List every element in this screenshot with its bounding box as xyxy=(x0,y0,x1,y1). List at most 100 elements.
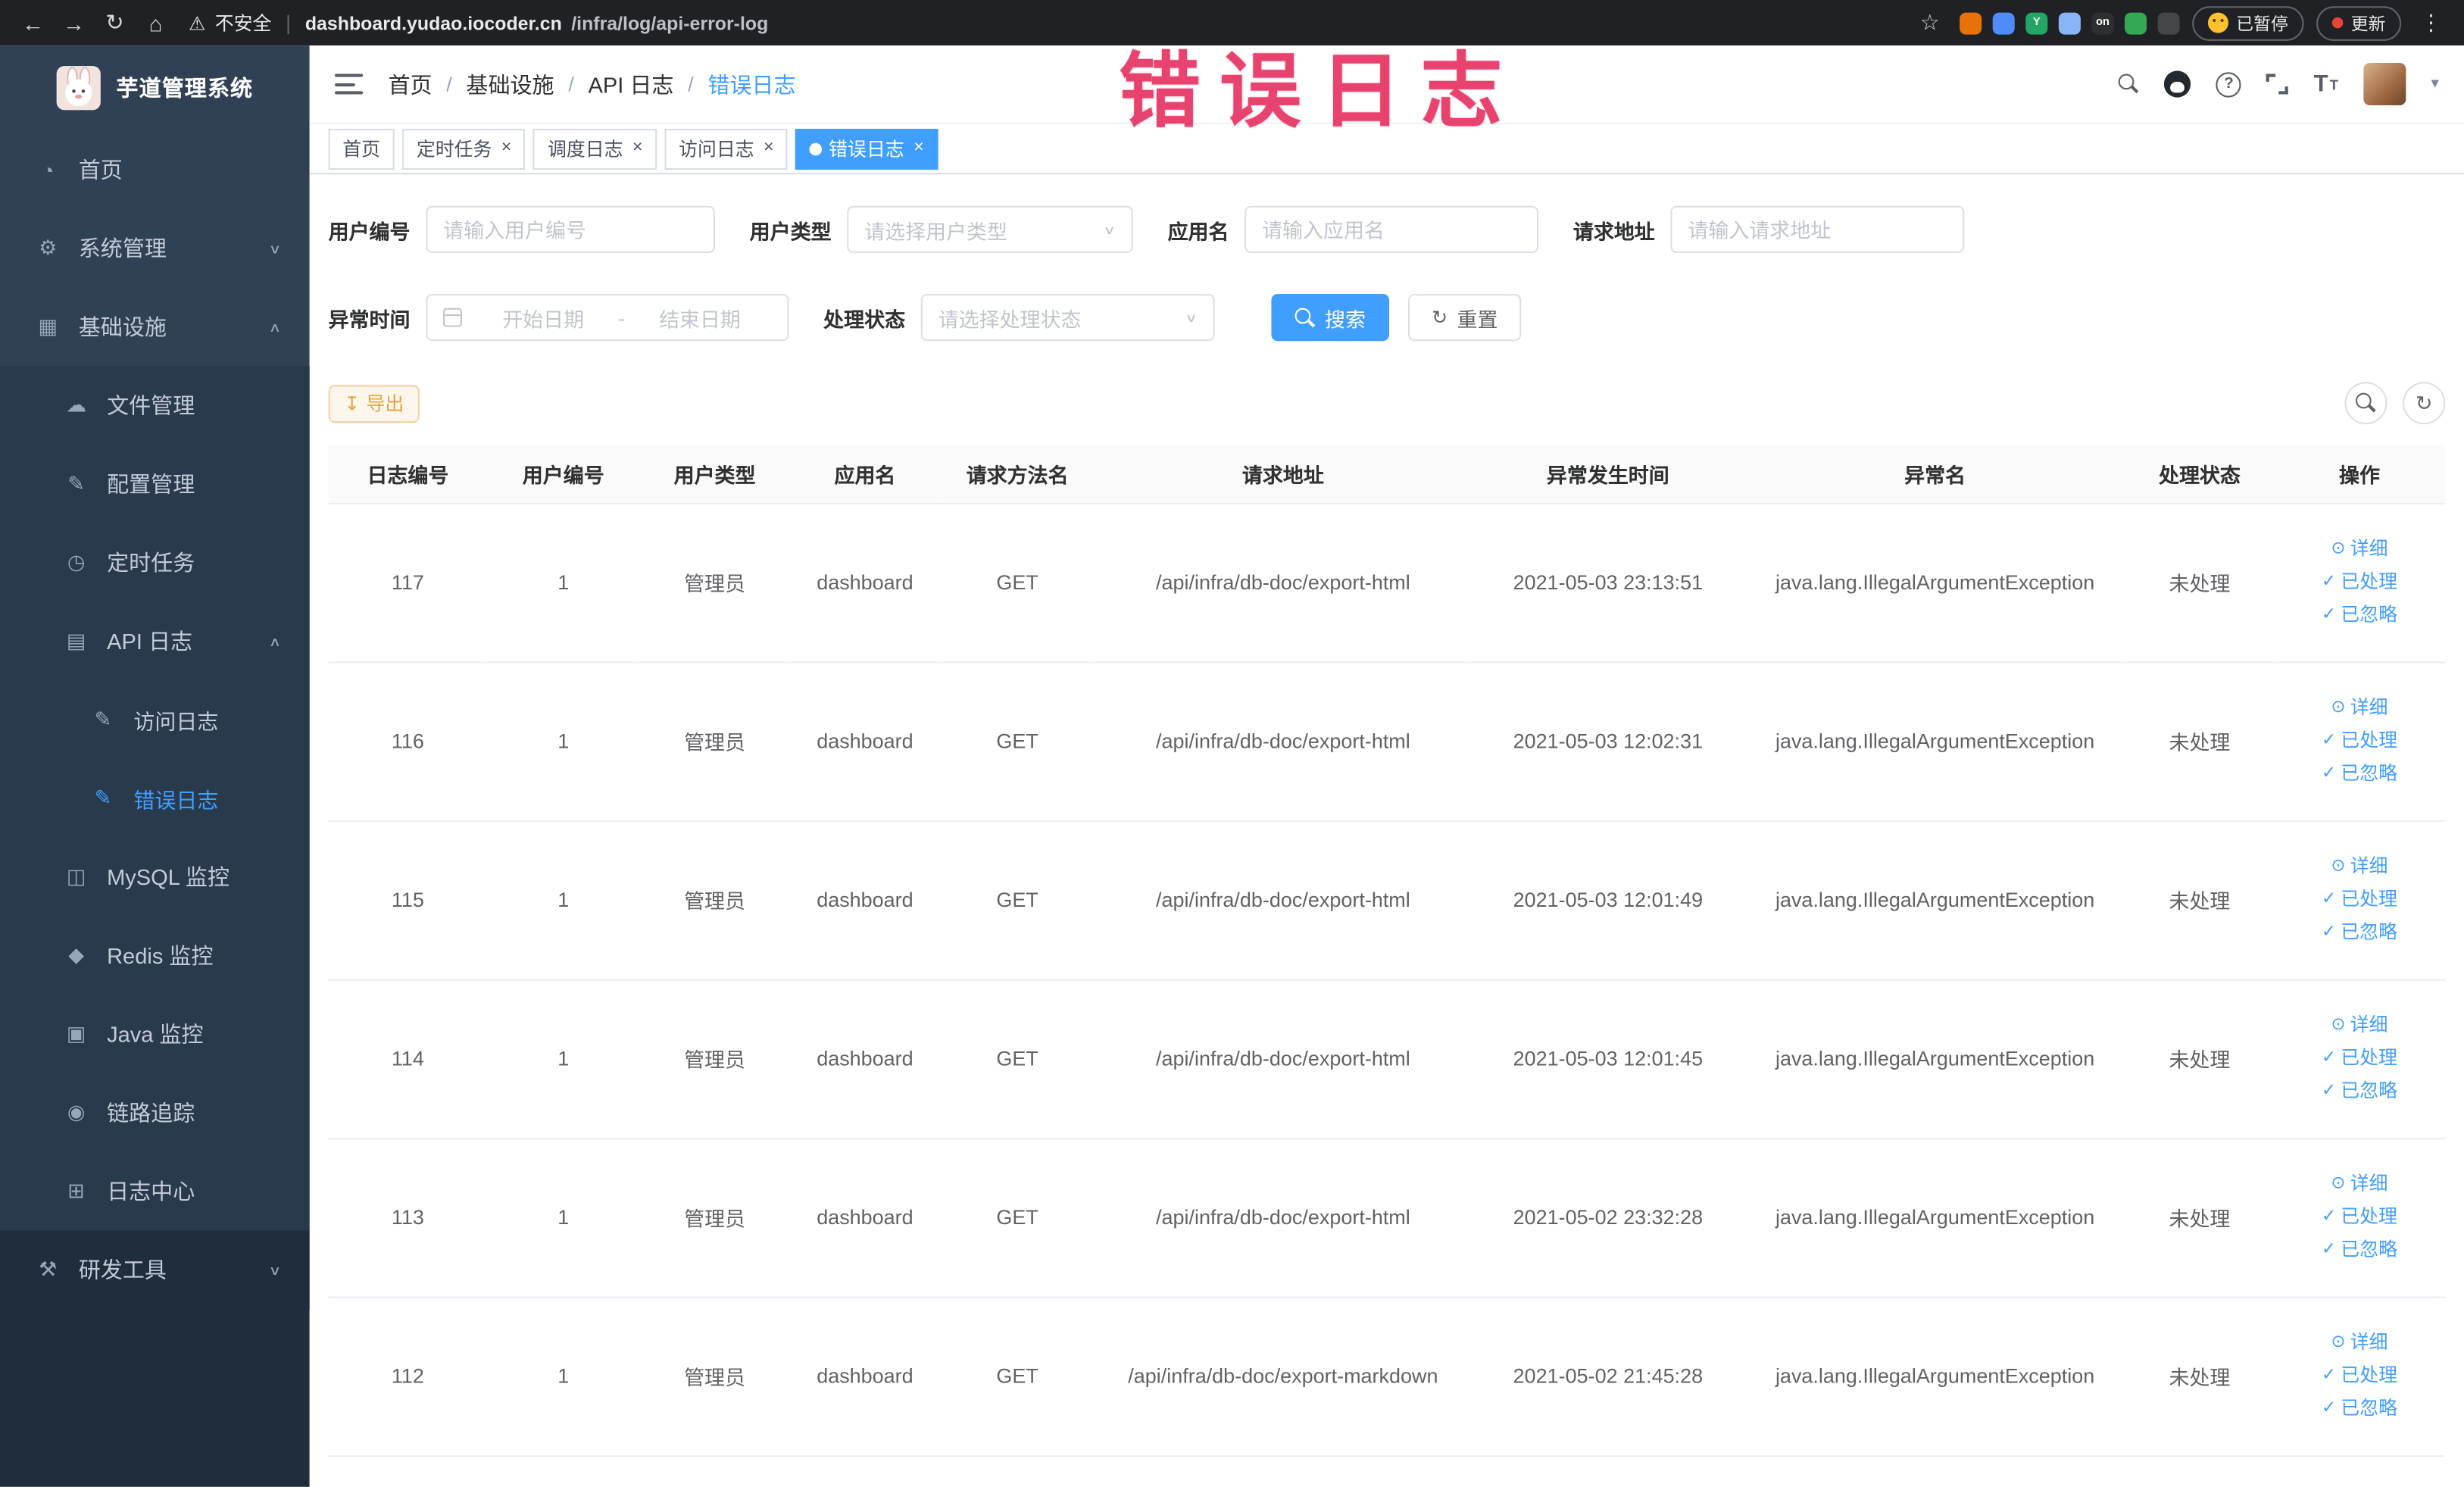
view-tab[interactable]: 首页 xyxy=(328,128,395,170)
sidebar-item-java[interactable]: ▣ Java 监控 xyxy=(0,995,310,1074)
extension-icon[interactable] xyxy=(1992,11,2015,34)
action-processed-link[interactable]: ✓ 已处理 xyxy=(2283,566,2436,599)
view-tab[interactable]: 访问日志 × xyxy=(664,128,789,170)
action-processed-link[interactable]: ✓ 已处理 xyxy=(2283,1360,2436,1393)
cell-actions: ⊙ 详细 ✓ 已处理 ✓ 已忽略 xyxy=(2273,820,2446,980)
process-status-select[interactable]: 请选择处理状态 ∨ xyxy=(920,293,1215,342)
user-id-input[interactable] xyxy=(426,205,716,254)
back-icon[interactable]: ← xyxy=(16,5,51,40)
extension-icon[interactable] xyxy=(1960,11,1982,34)
sidebar-item-job[interactable]: ◷ 定时任务 xyxy=(0,523,310,602)
bookmark-star-icon[interactable]: ☆ xyxy=(1913,5,1947,40)
hide-search-button[interactable] xyxy=(2344,382,2387,425)
action-label: 详细 xyxy=(2350,854,2388,877)
sidebar-item-file[interactable]: ☁ 文件管理 xyxy=(0,366,310,445)
sidebar-item-config[interactable]: ✎ 配置管理 xyxy=(0,445,310,523)
sidebar-item-log-center[interactable]: ⊞ 日志中心 xyxy=(0,1151,310,1231)
sidebar-item-trace[interactable]: ◉ 链路追踪 xyxy=(0,1073,310,1152)
header-actions: ? TT ▾ xyxy=(2119,62,2439,106)
tab-close-icon[interactable]: × xyxy=(632,139,642,158)
action-detail-link[interactable]: ⊙ 详细 xyxy=(2283,1009,2436,1042)
address-bar[interactable]: ⚠ 不安全 | dashboard.yudao.iocoder.cn/infra… xyxy=(189,9,1907,36)
exception-time-range[interactable]: 开始日期 - 结束日期 xyxy=(426,293,789,342)
cell-exception: java.lang.IllegalArgumentException xyxy=(1744,979,2126,1139)
breadcrumb-item[interactable]: 首页 xyxy=(388,68,432,99)
sidebar-item-infrastructure[interactable]: ▦ 基础设施 ∧ xyxy=(0,288,310,367)
action-detail-link[interactable]: ⊙ 详细 xyxy=(2283,1168,2436,1201)
extension-icon[interactable] xyxy=(2124,11,2147,34)
user-type-select[interactable]: 请选择用户类型 ∨ xyxy=(847,205,1133,254)
action-detail-link[interactable]: ⊙ 详细 xyxy=(2283,533,2436,566)
cell-time: 2021-05-03 12:01:49 xyxy=(1471,820,1745,980)
avatar-caret-icon[interactable]: ▾ xyxy=(2431,76,2438,93)
app-logo[interactable]: 芋道管理系统 xyxy=(0,45,310,130)
action-detail-link[interactable]: ⊙ 详细 xyxy=(2283,850,2436,883)
sidebar-item-access-log[interactable]: ✎ 访问日志 xyxy=(0,680,310,760)
right-toolbar: ↻ xyxy=(2344,382,2446,425)
table-body: 117 1 管理员 dashboard GET/api/infra/db-doc/exp… xyxy=(328,502,2446,1457)
sidebar-toggle-icon[interactable] xyxy=(334,73,364,95)
search-button[interactable]: 搜索 xyxy=(1271,293,1390,342)
tab-close-icon[interactable]: × xyxy=(913,139,923,158)
sidebar-item-devtools[interactable]: ⚒ 研发工具 ∨ xyxy=(0,1230,310,1310)
extension-icon[interactable]: on xyxy=(2091,11,2114,34)
cell-app: dashboard xyxy=(789,661,941,822)
table-header-row: 日志编号 用户编号 用户类型 应用名 请求方法名 请求地址 异常发生时间 异常名 处理状态 操作 xyxy=(328,445,2446,504)
sidebar-item-redis[interactable]: ◆ Redis 监控 xyxy=(0,916,310,995)
action-ignored-link[interactable]: ✓ 已忽略 xyxy=(2283,1234,2436,1267)
action-processed-link[interactable]: ✓ 已处理 xyxy=(2283,1201,2436,1234)
view-tab[interactable]: 错误日志 × xyxy=(795,128,938,170)
check-icon: ✓ xyxy=(2321,1239,2337,1259)
sidebar-item-api-log[interactable]: ▤ API 日志 ∧ xyxy=(0,601,310,681)
action-processed-link[interactable]: ✓ 已处理 xyxy=(2283,724,2436,758)
breadcrumb-item[interactable]: 基础设施 xyxy=(466,68,554,99)
cell-user-id: 1 xyxy=(487,820,640,980)
extension-icon[interactable] xyxy=(2157,11,2180,34)
action-detail-link[interactable]: ⊙ 详细 xyxy=(2283,692,2436,725)
check-icon: ✓ xyxy=(2321,1081,2337,1101)
logo-rabbit-icon xyxy=(56,66,101,111)
export-button[interactable]: ↧ 导出 xyxy=(328,384,420,423)
update-chip[interactable]: 更新 xyxy=(2316,5,2402,40)
browser-menu-icon[interactable]: ⋮ xyxy=(2414,5,2449,40)
tab-close-icon[interactable]: × xyxy=(501,139,511,158)
cell-user-type: 管理员 xyxy=(639,661,790,822)
cell-method: GET xyxy=(940,1138,1095,1298)
reload-icon[interactable]: ↻ xyxy=(98,5,133,40)
fullscreen-icon[interactable] xyxy=(2266,73,2289,95)
forward-icon[interactable]: → xyxy=(57,5,92,40)
tab-close-icon[interactable]: × xyxy=(764,139,773,158)
view-tab[interactable]: 定时任务 × xyxy=(402,128,526,170)
view-tab[interactable]: 调度日志 × xyxy=(533,128,657,170)
action-ignored-link[interactable]: ✓ 已忽略 xyxy=(2283,1075,2436,1108)
action-ignored-link[interactable]: ✓ 已忽略 xyxy=(2283,598,2436,632)
action-ignored-link[interactable]: ✓ 已忽略 xyxy=(2283,758,2436,791)
app-name-input[interactable] xyxy=(1244,205,1539,254)
font-size-icon[interactable]: TT xyxy=(2314,70,2339,97)
paused-chip[interactable]: 已暂停 xyxy=(2192,5,2304,40)
user-avatar[interactable] xyxy=(2363,62,2406,106)
action-detail-link[interactable]: ⊙ 详细 xyxy=(2283,1326,2436,1360)
github-icon[interactable] xyxy=(2164,70,2191,98)
action-processed-link[interactable]: ✓ 已处理 xyxy=(2283,1042,2436,1076)
home-icon[interactable]: ⌂ xyxy=(139,5,173,40)
sidebar-item-mysql[interactable]: ◫ MySQL 监控 xyxy=(0,837,310,917)
help-icon[interactable]: ? xyxy=(2216,71,2242,97)
refresh-button[interactable]: ↻ xyxy=(2403,382,2446,425)
extension-icon[interactable] xyxy=(2058,11,2081,34)
security-label: 不安全 xyxy=(214,12,272,35)
sidebar-item-gear[interactable]: ⚙ 系统管理 ∨ xyxy=(0,209,310,288)
search-icon[interactable] xyxy=(2119,73,2139,95)
action-processed-link[interactable]: ✓ 已处理 xyxy=(2283,883,2436,917)
request-url-input[interactable] xyxy=(1670,205,1965,254)
action-ignored-link[interactable]: ✓ 已忽略 xyxy=(2283,917,2436,950)
action-ignored-link[interactable]: ✓ 已忽略 xyxy=(2283,1392,2436,1426)
sidebar-item-error-log[interactable]: ✎ 错误日志 xyxy=(0,759,310,838)
reset-button[interactable]: ↻ 重置 xyxy=(1408,293,1522,342)
sidebar-item-dashboard[interactable]: ◔ 首页 xyxy=(0,130,310,209)
extension-icon[interactable]: Y xyxy=(2025,11,2048,34)
app-title: 芋道管理系统 xyxy=(116,75,254,101)
breadcrumb-item[interactable]: API 日志 xyxy=(588,68,673,99)
action-label: 详细 xyxy=(2350,696,2388,719)
process-status-label: 处理状态 xyxy=(823,307,906,331)
